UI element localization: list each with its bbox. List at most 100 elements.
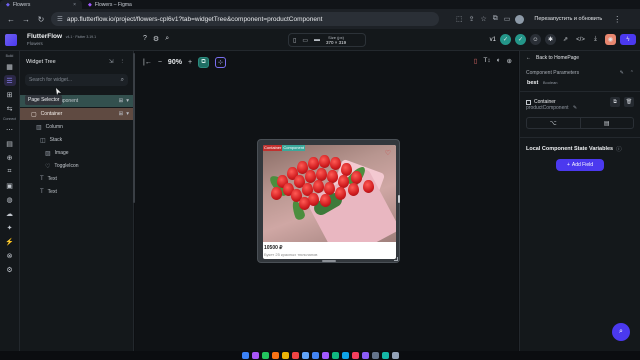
node-menu-icon[interactable]: ▾: [126, 111, 129, 117]
resize-bar[interactable]: [322, 260, 336, 262]
parameter-row[interactable]: best Boolean: [520, 76, 640, 86]
collapse-panel-icon[interactable]: |←: [143, 59, 152, 66]
collapse-chevron-icon[interactable]: ⌃: [630, 70, 634, 76]
language-icon[interactable]: ⊗: [4, 250, 16, 261]
app-icon[interactable]: [341, 352, 349, 359]
trash-icon[interactable]: [391, 352, 399, 359]
language-canvas-icon[interactable]: ⊕: [507, 57, 512, 65]
zoom-level[interactable]: 90%: [168, 59, 182, 66]
navigation-icon[interactable]: ⇆: [4, 103, 16, 114]
cloud-icon[interactable]: ☁: [4, 208, 16, 219]
collaborators-icon[interactable]: ☺: [530, 34, 541, 45]
app-icon[interactable]: [271, 352, 279, 359]
version-select[interactable]: v1: [490, 37, 496, 43]
api-icon[interactable]: ⋯: [4, 124, 16, 135]
widget-tree-icon[interactable]: ☰: [3, 75, 16, 86]
resize-corner[interactable]: [394, 257, 398, 261]
profile-avatar[interactable]: [515, 14, 525, 24]
settings-icon[interactable]: [371, 352, 379, 359]
menu-dots-icon[interactable]: ⋮: [612, 14, 622, 24]
tree-node-text[interactable]: T Text: [20, 173, 134, 185]
sync-status-icon[interactable]: ✓: [515, 34, 526, 45]
bug-icon[interactable]: ✱: [545, 34, 556, 45]
messages-icon[interactable]: [261, 352, 269, 359]
add-field-button[interactable]: + Add Field: [556, 159, 604, 171]
extensions-icon[interactable]: ⧉: [493, 15, 498, 23]
tab-actions[interactable]: ▤: [579, 118, 634, 128]
bookmark-star-icon[interactable]: ☆: [481, 15, 487, 23]
device-frame-icon[interactable]: ▯: [474, 57, 478, 65]
figma-icon[interactable]: [321, 352, 329, 359]
tree-node-toggleicon[interactable]: ♡ ToggleIcon: [20, 160, 134, 172]
close-icon[interactable]: ×: [73, 2, 76, 8]
fit-screen-icon[interactable]: ⧉: [198, 57, 210, 68]
install-icon[interactable]: ⬚: [456, 15, 463, 23]
storyboard-icon[interactable]: ⊞: [4, 89, 16, 100]
sidebar-icon[interactable]: ▭: [504, 15, 511, 23]
app-state-icon[interactable]: ⊕: [4, 152, 16, 163]
firestore-icon[interactable]: ▤: [4, 138, 16, 149]
tree-node-image[interactable]: ▨ Image: [20, 147, 134, 159]
edit-pencil-icon[interactable]: ✎: [620, 70, 624, 76]
resize-handle[interactable]: [398, 195, 400, 203]
wrap-icon[interactable]: ⊞: [119, 111, 124, 117]
zoom-in-icon[interactable]: +: [188, 59, 192, 66]
preview-eye-icon[interactable]: ◉: [605, 34, 616, 45]
zoom-out-icon[interactable]: −: [158, 59, 162, 66]
search-icon[interactable]: ⌕: [165, 35, 169, 43]
price-text[interactable]: 10500 ₽: [264, 245, 282, 251]
reload-icon[interactable]: ↻: [36, 14, 46, 24]
wrap-icon[interactable]: ⊞: [119, 98, 124, 104]
download-icon[interactable]: ⤓: [590, 34, 601, 45]
update-button[interactable]: Перезапустить и обновить: [529, 13, 607, 25]
back-to-homepage-button[interactable]: ← Back to HomePage: [520, 51, 640, 65]
desktop-device-icon[interactable]: ▬: [314, 37, 320, 43]
forward-arrow-icon[interactable]: →: [21, 14, 31, 24]
search-help-fab[interactable]: ⌕: [612, 323, 630, 341]
check-status-icon[interactable]: ✓: [500, 34, 511, 45]
site-info-icon[interactable]: ☰: [57, 15, 63, 23]
integrations-icon[interactable]: ⚡: [4, 236, 16, 247]
tree-node-text[interactable]: T Text: [20, 186, 134, 198]
copy-icon[interactable]: ⧉: [610, 97, 620, 107]
app-icon[interactable]: [361, 352, 369, 359]
rename-icon[interactable]: ✎: [573, 105, 577, 111]
favorite-heart-icon[interactable]: ♡: [385, 149, 391, 157]
info-icon[interactable]: ⓘ: [616, 145, 622, 153]
rail-settings-icon[interactable]: ⚙: [4, 264, 16, 275]
browser-tab-figma[interactable]: ◆ Flowers – Figma: [82, 0, 138, 9]
project-name[interactable]: Flowers: [27, 41, 96, 46]
phone-device-icon[interactable]: ▯: [293, 37, 296, 44]
share-link-icon[interactable]: ⇗: [560, 34, 571, 45]
finder-icon[interactable]: [241, 352, 249, 359]
custom-code-icon[interactable]: ⌗: [4, 166, 16, 177]
tree-node-stack[interactable]: ◫ Stack: [20, 134, 134, 146]
calendar-icon[interactable]: [291, 352, 299, 359]
app-icon[interactable]: [331, 352, 339, 359]
delete-trash-icon[interactable]: 🗑: [624, 97, 634, 107]
back-arrow-icon[interactable]: ←: [6, 14, 16, 24]
canvas-size[interactable]: Size (px) 370 × 319: [326, 35, 346, 45]
widget-search-input[interactable]: Search for widget... ⌕: [25, 74, 128, 86]
settings-gear-icon[interactable]: ⚙: [153, 35, 159, 43]
code-view-icon[interactable]: </>: [575, 34, 586, 45]
tree-more-icon[interactable]: ⋮: [120, 59, 126, 65]
collapse-all-icon[interactable]: ⇲: [109, 59, 114, 65]
tablet-device-icon[interactable]: ▭: [302, 37, 308, 44]
browser-tab-flowers[interactable]: ◆ Flowers ×: [0, 0, 82, 9]
run-lightning-icon[interactable]: ϟ: [620, 34, 636, 45]
chrome-icon[interactable]: [311, 352, 319, 359]
tree-node-column[interactable]: ▥ Column: [20, 121, 134, 133]
help-icon[interactable]: ?: [143, 35, 147, 43]
notes-icon[interactable]: [281, 352, 289, 359]
container-checkbox[interactable]: [526, 99, 531, 105]
component-preview[interactable]: ♡ Container Component 10500 ₽ Букет 25 к…: [263, 145, 396, 259]
text-scale-icon[interactable]: T↕: [483, 57, 490, 65]
share-icon[interactable]: ⇪: [469, 15, 475, 23]
page-selector-icon[interactable]: ▦: [4, 61, 16, 72]
tab-properties[interactable]: ⌥: [527, 118, 580, 128]
media-assets-icon[interactable]: ▣: [4, 180, 16, 191]
launchpad-icon[interactable]: [251, 352, 259, 359]
url-field[interactable]: ☰ app.flutterflow.io/project/flowers-cpl…: [51, 12, 439, 26]
app-icon[interactable]: [381, 352, 389, 359]
